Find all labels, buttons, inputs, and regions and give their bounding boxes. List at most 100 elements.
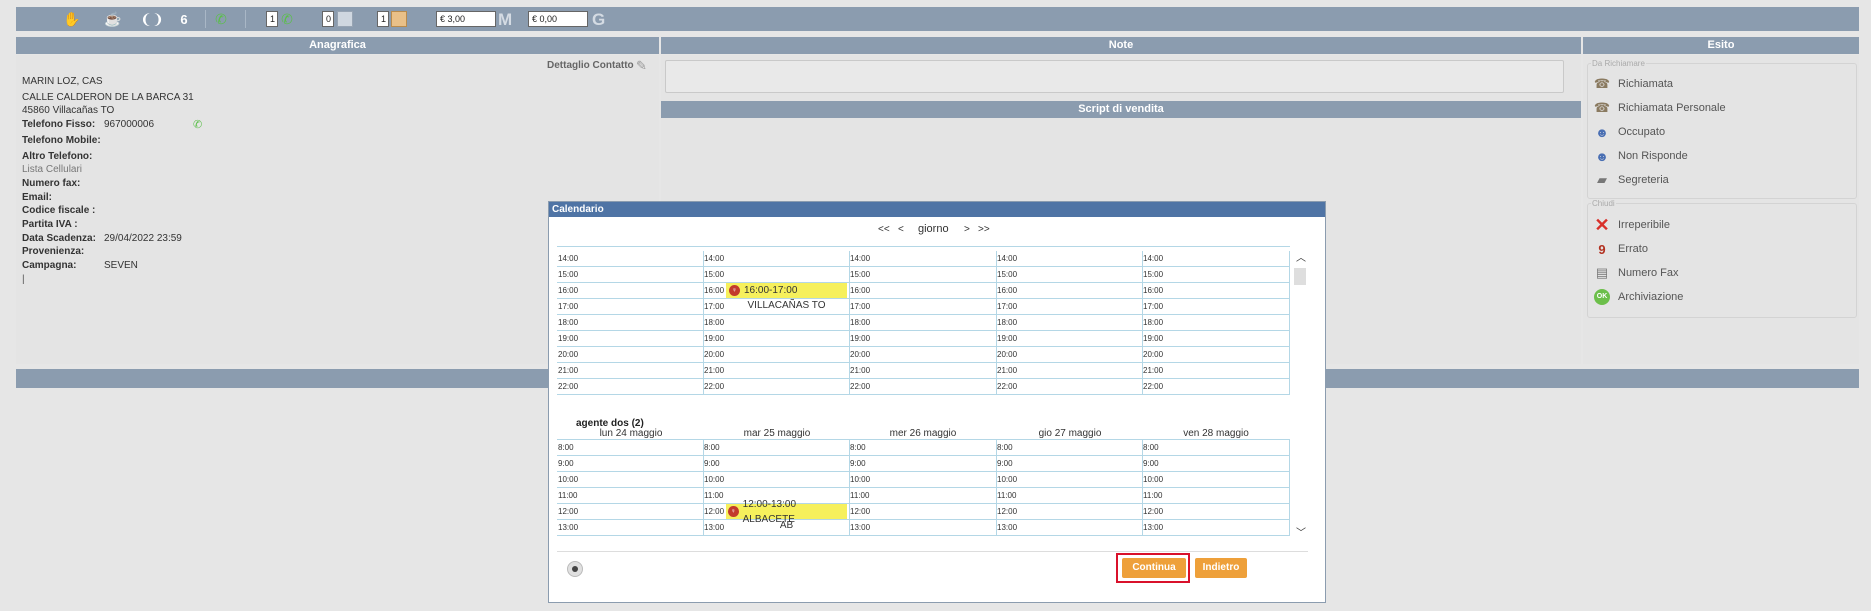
- time-slot[interactable]: 15:00: [849, 267, 870, 282]
- time-slot[interactable]: 9:00: [996, 456, 1013, 471]
- time-slot[interactable]: 17:00: [557, 299, 578, 314]
- time-slot[interactable]: 20:00: [996, 347, 1017, 362]
- time-slot[interactable]: 11:00: [1142, 488, 1162, 503]
- time-slot[interactable]: 20:00: [703, 347, 724, 362]
- time-slot[interactable]: 8:00: [703, 440, 720, 455]
- time-slot[interactable]: 16:00: [1142, 283, 1163, 298]
- dettaglio-contatto-link[interactable]: Dettaglio Contatto: [547, 60, 634, 71]
- lista-cellulari-link[interactable]: Lista Cellulari: [22, 164, 82, 175]
- time-slot[interactable]: 8:00: [849, 440, 866, 455]
- time-slot[interactable]: 21:00: [703, 363, 724, 378]
- esito-segreteria[interactable]: ▰ Segreteria: [1593, 171, 1669, 189]
- time-slot[interactable]: 17:00: [703, 299, 724, 314]
- time-slot[interactable]: 22:00: [849, 379, 870, 394]
- esito-numero-fax[interactable]: ▤ Numero Fax: [1593, 264, 1679, 282]
- esito-richiamata-personale[interactable]: ☎ Richiamata Personale: [1593, 99, 1726, 117]
- radio-button[interactable]: [567, 561, 583, 577]
- time-slot[interactable]: 8:00: [1142, 440, 1159, 455]
- nav-first-button[interactable]: <<: [878, 224, 890, 235]
- esito-errato[interactable]: 9 Errato: [1593, 240, 1648, 258]
- esito-occupato[interactable]: ☻ Occupato: [1593, 123, 1665, 141]
- time-slot[interactable]: 19:00: [996, 331, 1017, 346]
- time-slot[interactable]: 21:00: [996, 363, 1017, 378]
- time-slot[interactable]: 9:00: [557, 456, 574, 471]
- time-slot[interactable]: 11:00: [996, 488, 1016, 503]
- time-slot[interactable]: 21:00: [557, 363, 578, 378]
- list-icon[interactable]: [391, 11, 407, 27]
- time-slot[interactable]: 15:00: [557, 267, 578, 282]
- time-slot[interactable]: 15:00: [996, 267, 1017, 282]
- time-slot[interactable]: 13:00: [1142, 520, 1163, 535]
- time-slot[interactable]: 12:00: [703, 504, 724, 519]
- time-slot[interactable]: 16:00: [996, 283, 1017, 298]
- time-slot[interactable]: 16:00: [557, 283, 578, 298]
- hands-icon[interactable]: ✋: [60, 11, 84, 27]
- time-slot[interactable]: 14:00: [557, 251, 578, 266]
- time-slot[interactable]: 8:00: [557, 440, 574, 455]
- esito-non-risponde[interactable]: ☻ Non Risponde: [1593, 147, 1688, 165]
- time-slot[interactable]: 13:00: [849, 520, 870, 535]
- time-slot[interactable]: 18:00: [849, 315, 870, 330]
- time-slot[interactable]: 22:00: [996, 379, 1017, 394]
- time-slot[interactable]: 13:00: [996, 520, 1017, 535]
- edit-contact-icon[interactable]: ✎: [636, 58, 647, 74]
- time-slot[interactable]: 10:00: [1142, 472, 1163, 487]
- phone-small-icon[interactable]: ✆: [279, 11, 295, 27]
- time-slot[interactable]: 10:00: [557, 472, 578, 487]
- time-slot[interactable]: 9:00: [1142, 456, 1159, 471]
- time-slot[interactable]: 11:00: [703, 488, 723, 503]
- coffee-icon[interactable]: ☕: [103, 11, 123, 27]
- time-slot[interactable]: 9:00: [703, 456, 720, 471]
- esito-irreperibile[interactable]: ✕ Irreperibile: [1593, 215, 1670, 235]
- nav-prev-button[interactable]: <: [898, 224, 904, 235]
- chat-icon[interactable]: ❨❩: [140, 11, 163, 27]
- time-slot[interactable]: 10:00: [703, 472, 724, 487]
- time-slot[interactable]: 14:00: [849, 251, 870, 266]
- time-slot[interactable]: 16:00: [849, 283, 870, 298]
- time-slot[interactable]: 19:00: [1142, 331, 1163, 346]
- time-slot[interactable]: 18:00: [703, 315, 724, 330]
- time-slot[interactable]: 12:00: [1142, 504, 1163, 519]
- time-slot[interactable]: 11:00: [557, 488, 577, 503]
- nav-next-button[interactable]: >: [964, 224, 970, 235]
- time-slot[interactable]: 21:00: [849, 363, 870, 378]
- time-slot[interactable]: 12:00: [557, 504, 578, 519]
- scroll-down-icon[interactable]: ﹀: [1296, 524, 1306, 539]
- time-slot[interactable]: 22:00: [557, 379, 578, 394]
- time-slot[interactable]: 15:00: [703, 267, 724, 282]
- scroll-thumb[interactable]: [1294, 268, 1306, 285]
- time-slot[interactable]: 9:00: [849, 456, 866, 471]
- time-slot[interactable]: 13:00: [703, 520, 724, 535]
- indietro-button[interactable]: Indietro: [1195, 558, 1247, 578]
- time-slot[interactable]: 18:00: [996, 315, 1017, 330]
- time-slot[interactable]: 22:00: [1142, 379, 1163, 394]
- appointment-upper[interactable]: ♀ 16:00-17:00: [726, 283, 847, 298]
- time-slot[interactable]: 17:00: [996, 299, 1017, 314]
- time-slot[interactable]: 17:00: [1142, 299, 1163, 314]
- time-slot[interactable]: 19:00: [703, 331, 724, 346]
- esito-archiviazione[interactable]: OK Archiviazione: [1593, 288, 1683, 306]
- time-slot[interactable]: 22:00: [703, 379, 724, 394]
- time-slot[interactable]: 14:00: [996, 251, 1017, 266]
- time-slot[interactable]: 18:00: [1142, 315, 1163, 330]
- time-slot[interactable]: 20:00: [849, 347, 870, 362]
- time-slot[interactable]: 19:00: [557, 331, 578, 346]
- time-slot[interactable]: 20:00: [1142, 347, 1163, 362]
- nav-last-button[interactable]: >>: [978, 224, 990, 235]
- time-slot[interactable]: 15:00: [1142, 267, 1163, 282]
- calendar-scrollbar[interactable]: ︿ ﹀: [1293, 246, 1308, 540]
- call-phone-icon[interactable]: ✆: [193, 118, 202, 131]
- phone-icon[interactable]: ✆: [212, 11, 230, 27]
- time-slot[interactable]: 18:00: [557, 315, 578, 330]
- time-slot[interactable]: 11:00: [849, 488, 869, 503]
- square-icon[interactable]: [337, 11, 353, 27]
- time-slot[interactable]: 13:00: [557, 520, 578, 535]
- time-slot[interactable]: 17:00: [849, 299, 870, 314]
- esito-richiamata[interactable]: ☎ Richiamata: [1593, 75, 1673, 93]
- nav-mode-label[interactable]: giorno: [918, 223, 949, 235]
- scroll-up-icon[interactable]: ︿: [1296, 249, 1306, 264]
- note-textarea[interactable]: [665, 60, 1564, 93]
- time-slot[interactable]: 8:00: [996, 440, 1013, 455]
- time-slot[interactable]: 21:00: [1142, 363, 1163, 378]
- time-slot[interactable]: 16:00: [703, 283, 724, 298]
